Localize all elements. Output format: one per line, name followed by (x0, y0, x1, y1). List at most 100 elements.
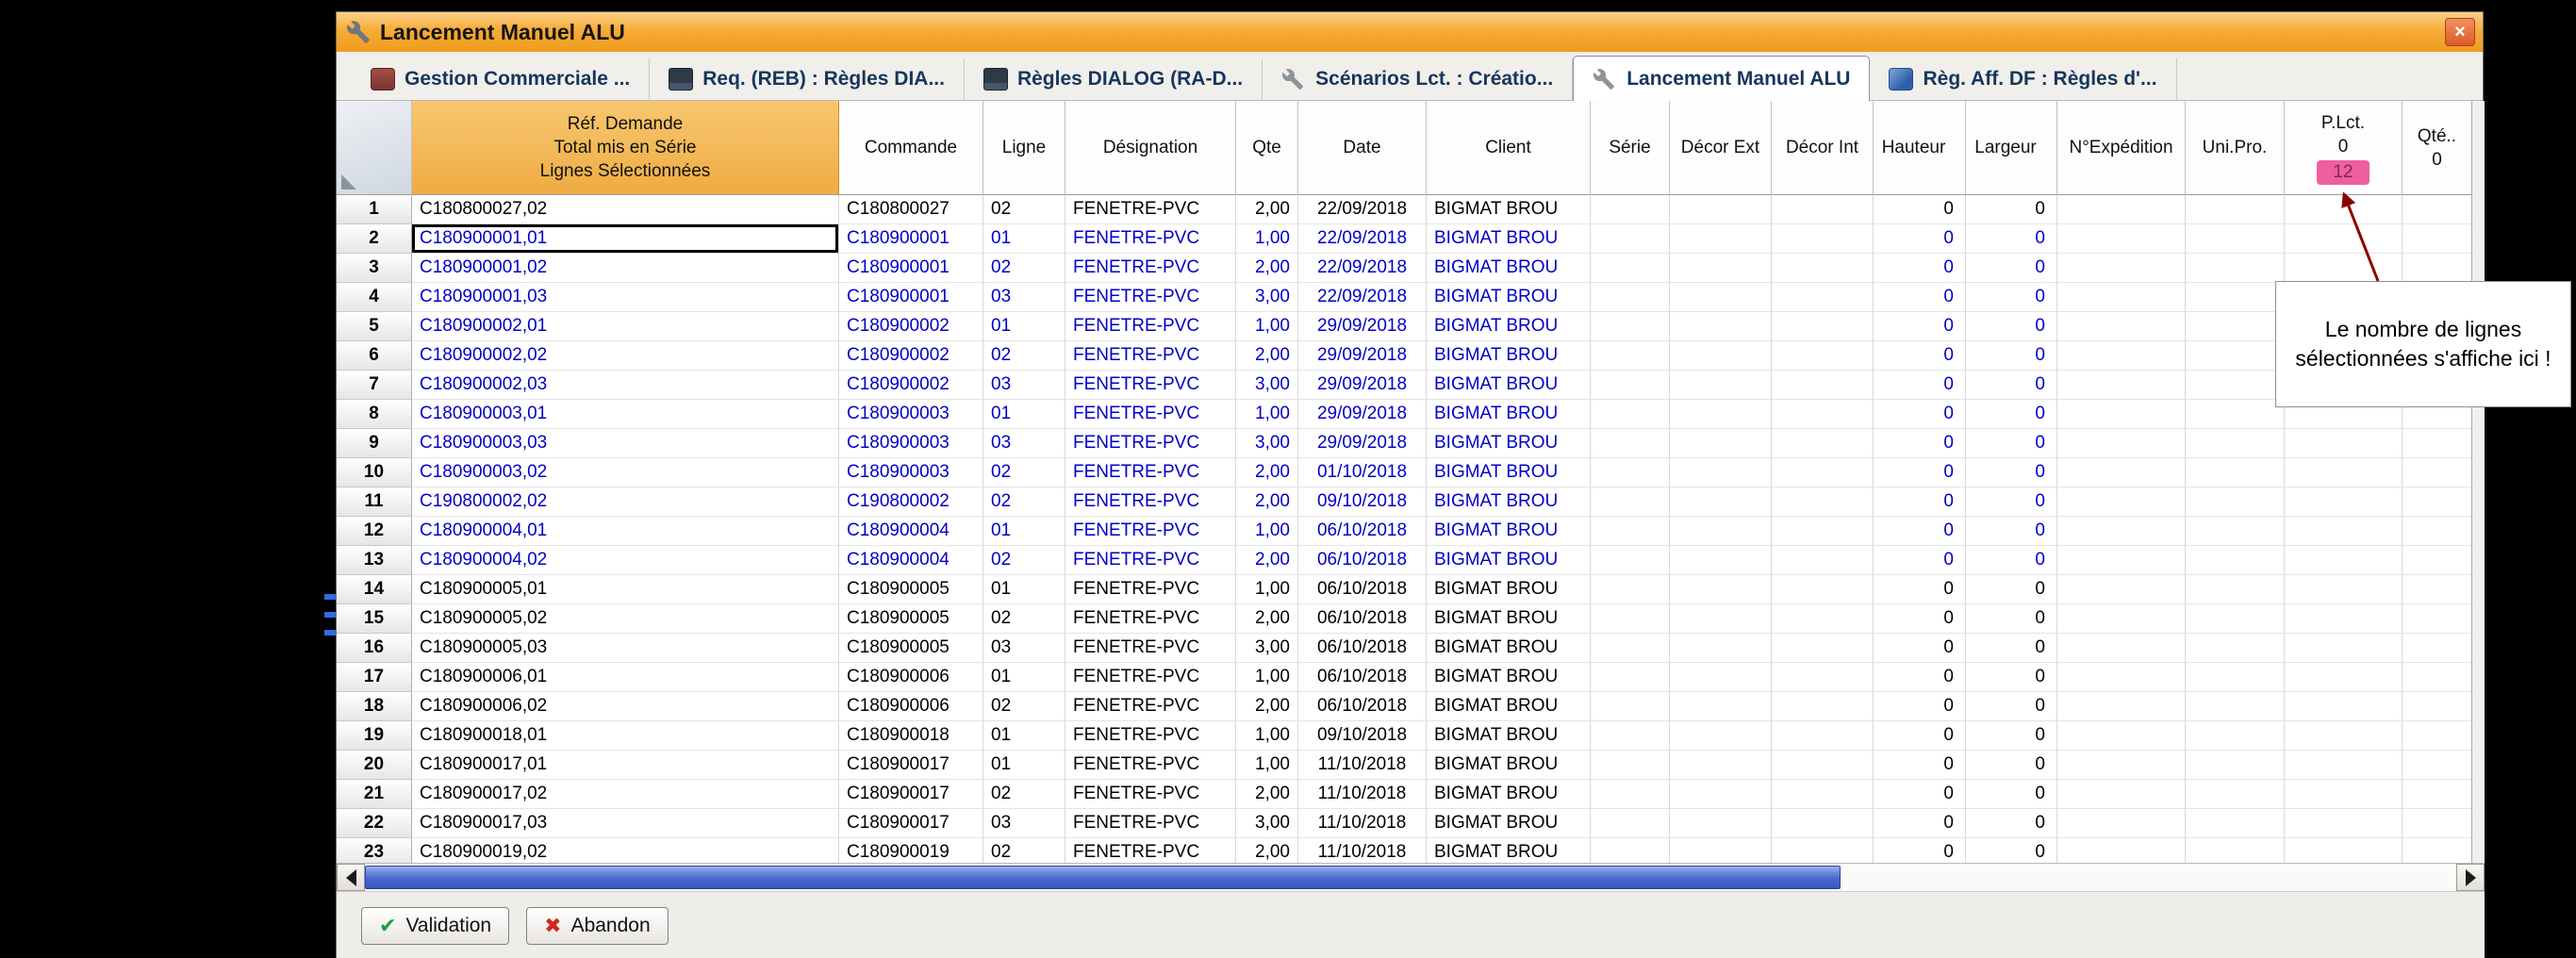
cell-commande[interactable]: C180900019 (839, 838, 983, 863)
cell-qte[interactable]: 2,00 (1236, 341, 1298, 371)
cell-p-lct[interactable] (2285, 575, 2403, 604)
cell-qte[interactable]: 1,00 (1236, 751, 1298, 780)
column-header-uni-pro[interactable]: Uni.Pro. (2186, 101, 2285, 195)
cell-ref[interactable]: C180900001,01 (412, 224, 839, 254)
cell-serie[interactable] (1591, 254, 1670, 283)
row-number-cell[interactable]: 8 (337, 400, 412, 429)
cell-qte[interactable]: 1,00 (1236, 517, 1298, 546)
cell-decor-int[interactable] (1772, 283, 1874, 312)
cell-decor-ext[interactable] (1670, 546, 1772, 575)
cell-date[interactable]: 06/10/2018 (1298, 604, 1427, 634)
cell-serie[interactable] (1591, 517, 1670, 546)
cell-uni-pro[interactable] (2186, 721, 2285, 751)
grid-row[interactable]: 6 C180900002,02 C180900002 02 FENETRE-PV… (337, 341, 2471, 371)
cell-largeur[interactable]: 0 (1966, 575, 2057, 604)
cell-ligne[interactable]: 02 (983, 546, 1065, 575)
cell-qte[interactable]: 1,00 (1236, 721, 1298, 751)
cell-ligne[interactable]: 01 (983, 224, 1065, 254)
cell-decor-int[interactable] (1772, 663, 1874, 692)
cell-date[interactable]: 29/09/2018 (1298, 371, 1427, 400)
grid-row[interactable]: 3 C180900001,02 C180900001 02 FENETRE-PV… (337, 254, 2471, 283)
cell-ref[interactable]: C180900001,03 (412, 283, 839, 312)
cell-n-expedition[interactable] (2057, 400, 2186, 429)
column-header-decor-ext[interactable]: Décor Ext (1670, 101, 1772, 195)
tab-lancement-manuel-alu[interactable]: Lancement Manuel ALU (1573, 56, 1870, 101)
cell-qte[interactable]: 3,00 (1236, 283, 1298, 312)
cell-p-lct[interactable] (2285, 604, 2403, 634)
cell-decor-ext[interactable] (1670, 838, 1772, 863)
cell-decor-ext[interactable] (1670, 400, 1772, 429)
horizontal-scrollbar[interactable] (337, 863, 2485, 891)
cell-designation[interactable]: FENETRE-PVC (1065, 429, 1236, 458)
cell-largeur[interactable]: 0 (1966, 780, 2057, 809)
cell-designation[interactable]: FENETRE-PVC (1065, 663, 1236, 692)
cell-serie[interactable] (1591, 663, 1670, 692)
cell-decor-int[interactable] (1772, 458, 1874, 487)
cell-decor-int[interactable] (1772, 400, 1874, 429)
cell-largeur[interactable]: 0 (1966, 517, 2057, 546)
cell-client[interactable]: BIGMAT BROU (1427, 663, 1591, 692)
cell-hauteur[interactable]: 0 (1874, 312, 1966, 341)
cell-largeur[interactable]: 0 (1966, 751, 2057, 780)
cell-qte-lct[interactable] (2403, 634, 2471, 663)
row-number-cell[interactable]: 6 (337, 341, 412, 371)
cell-hauteur[interactable]: 0 (1874, 400, 1966, 429)
cell-date[interactable]: 09/10/2018 (1298, 487, 1427, 517)
cell-decor-ext[interactable] (1670, 341, 1772, 371)
cell-date[interactable]: 11/10/2018 (1298, 780, 1427, 809)
cell-ref[interactable]: C180900002,03 (412, 371, 839, 400)
cell-qte[interactable]: 2,00 (1236, 254, 1298, 283)
cell-qte[interactable]: 2,00 (1236, 458, 1298, 487)
cell-n-expedition[interactable] (2057, 692, 2186, 721)
tab-gestion-commerciale[interactable]: Gestion Commerciale ... (352, 58, 650, 100)
cell-date[interactable]: 06/10/2018 (1298, 575, 1427, 604)
cell-commande[interactable]: C180900017 (839, 780, 983, 809)
cell-commande[interactable]: C180900006 (839, 692, 983, 721)
cell-hauteur[interactable]: 0 (1874, 838, 1966, 863)
cell-serie[interactable] (1591, 721, 1670, 751)
cell-serie[interactable] (1591, 224, 1670, 254)
cell-largeur[interactable]: 0 (1966, 604, 2057, 634)
cell-ligne[interactable]: 02 (983, 458, 1065, 487)
cell-ligne[interactable]: 01 (983, 400, 1065, 429)
cell-ligne[interactable]: 01 (983, 575, 1065, 604)
row-number-cell[interactable]: 17 (337, 663, 412, 692)
cell-n-expedition[interactable] (2057, 517, 2186, 546)
cell-largeur[interactable]: 0 (1966, 195, 2057, 224)
grid-row[interactable]: 12 C180900004,01 C180900004 01 FENETRE-P… (337, 517, 2471, 546)
cell-qte-lct[interactable] (2403, 546, 2471, 575)
cell-p-lct[interactable] (2285, 487, 2403, 517)
cell-decor-ext[interactable] (1670, 195, 1772, 224)
cell-qte-lct[interactable] (2403, 809, 2471, 838)
column-header-commande[interactable]: Commande (839, 101, 983, 195)
cell-largeur[interactable]: 0 (1966, 254, 2057, 283)
cell-largeur[interactable]: 0 (1966, 429, 2057, 458)
grid-row[interactable]: 17 C180900006,01 C180900006 01 FENETRE-P… (337, 663, 2471, 692)
cell-ligne[interactable]: 01 (983, 751, 1065, 780)
window-titlebar[interactable]: Lancement Manuel ALU × (337, 12, 2483, 52)
cell-n-expedition[interactable] (2057, 604, 2186, 634)
cell-decor-int[interactable] (1772, 634, 1874, 663)
cell-decor-int[interactable] (1772, 575, 1874, 604)
cell-p-lct[interactable] (2285, 429, 2403, 458)
cell-largeur[interactable]: 0 (1966, 692, 2057, 721)
cell-commande[interactable]: C180900003 (839, 429, 983, 458)
abandon-button[interactable]: ✖ Abandon (526, 907, 669, 945)
cell-hauteur[interactable]: 0 (1874, 780, 1966, 809)
cell-ref[interactable]: C180900017,02 (412, 780, 839, 809)
cell-ref[interactable]: C180900003,01 (412, 400, 839, 429)
cell-decor-ext[interactable] (1670, 809, 1772, 838)
cell-client[interactable]: BIGMAT BROU (1427, 487, 1591, 517)
grid-row[interactable]: 11 C190800002,02 C190800002 02 FENETRE-P… (337, 487, 2471, 517)
cell-serie[interactable] (1591, 429, 1670, 458)
cell-p-lct[interactable] (2285, 634, 2403, 663)
cell-largeur[interactable]: 0 (1966, 634, 2057, 663)
grid-row[interactable]: 13 C180900004,02 C180900004 02 FENETRE-P… (337, 546, 2471, 575)
cell-commande[interactable]: C180800027 (839, 195, 983, 224)
cell-hauteur[interactable]: 0 (1874, 546, 1966, 575)
column-header-largeur[interactable]: Largeur (1966, 101, 2057, 195)
cell-date[interactable]: 01/10/2018 (1298, 458, 1427, 487)
cell-n-expedition[interactable] (2057, 575, 2186, 604)
cell-serie[interactable] (1591, 780, 1670, 809)
cell-client[interactable]: BIGMAT BROU (1427, 400, 1591, 429)
